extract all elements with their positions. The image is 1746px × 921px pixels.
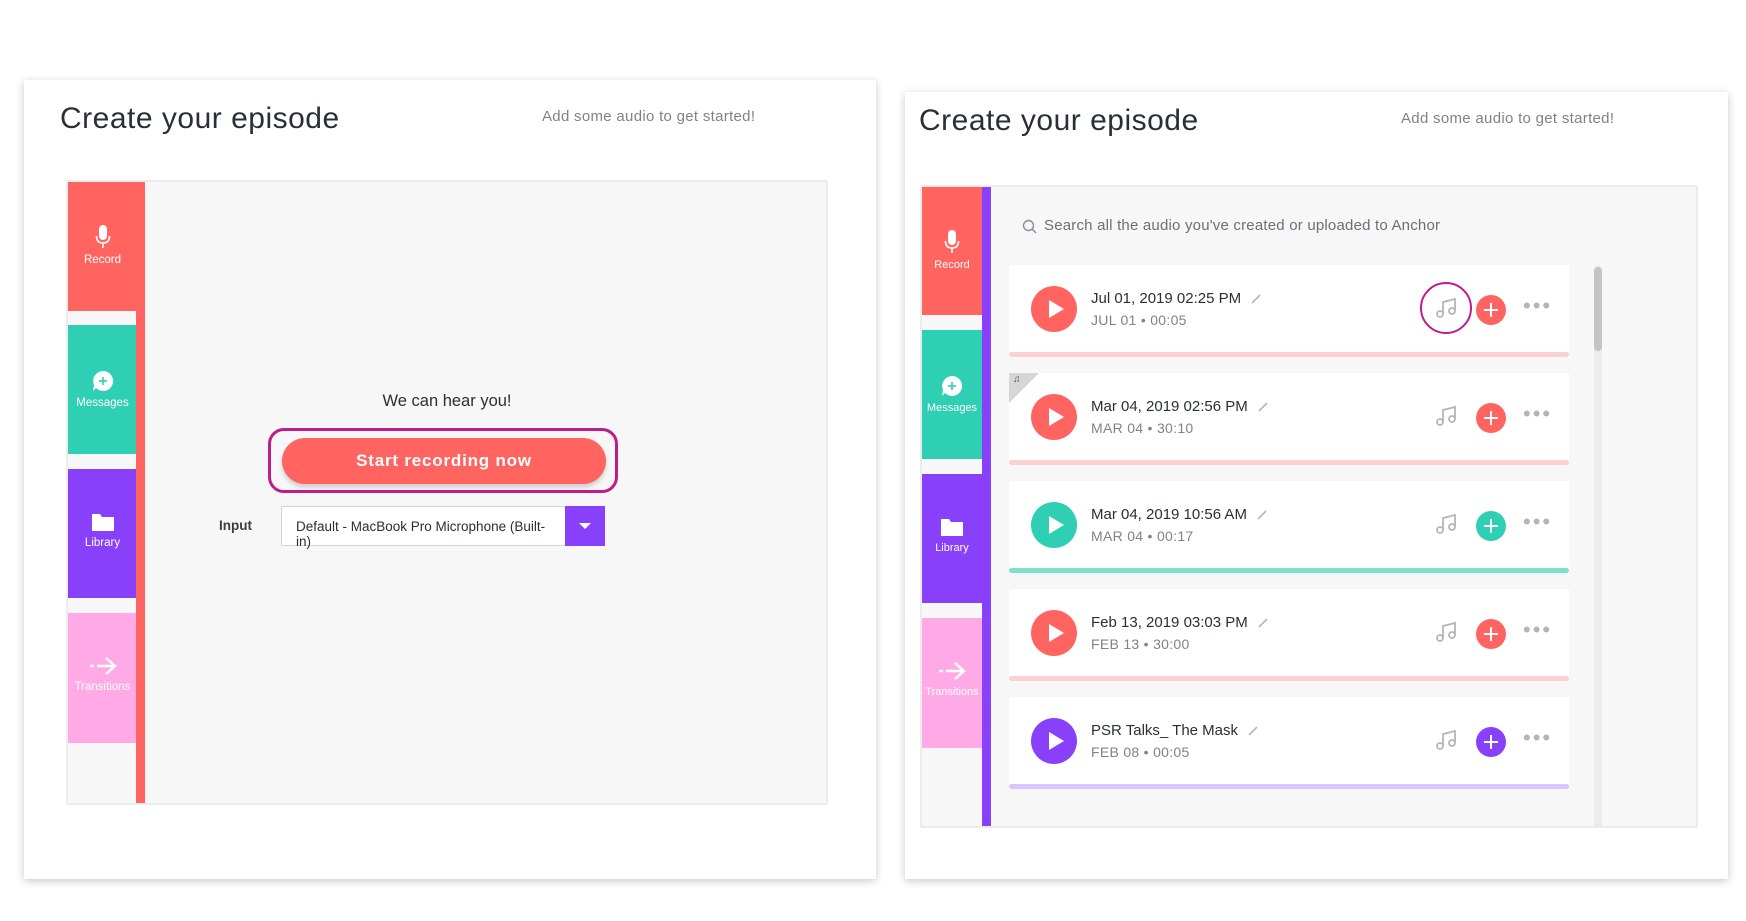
music-note-icon[interactable]	[1434, 621, 1458, 643]
audio-title: Mar 04, 2019 10:56 AM	[1091, 506, 1247, 523]
chat-plus-icon	[942, 375, 963, 396]
play-button[interactable]	[1031, 502, 1077, 548]
pencil-icon[interactable]	[1258, 618, 1268, 628]
arrow-right-icon	[89, 657, 117, 675]
more-options-icon[interactable]: •••	[1523, 727, 1552, 749]
audio-progress-bar	[1009, 352, 1569, 357]
music-note-icon[interactable]	[1434, 729, 1458, 751]
audio-meta: FEB 13 • 30:00	[1091, 636, 1190, 652]
add-to-episode-button[interactable]	[1476, 511, 1506, 541]
page-subtitle: Add some audio to get started!	[1401, 110, 1615, 127]
list-scrollbar[interactable]	[1594, 265, 1602, 826]
tab-label: Record	[934, 259, 970, 271]
audio-meta: JUL 01 • 00:05	[1091, 312, 1187, 328]
tab-record[interactable]: Record	[68, 182, 137, 311]
audio-progress-bar	[1009, 676, 1569, 681]
audio-title: PSR Talks_ The Mask	[1091, 722, 1239, 739]
audio-library-list: Jul 01, 2019 02:25 PM JUL 01 • 00:05 •••…	[1009, 265, 1571, 826]
folder-icon	[941, 519, 963, 536]
audio-meta: MAR 04 • 00:17	[1091, 528, 1194, 544]
active-tab-stripe	[982, 187, 991, 826]
active-tab-stripe	[136, 182, 145, 803]
input-device-value: Default - MacBook Pro Microphone (Built-…	[296, 519, 546, 549]
audio-progress-bar	[1009, 784, 1569, 789]
audio-meta: FEB 08 • 00:05	[1091, 744, 1190, 760]
chevron-down-icon	[579, 523, 591, 529]
tab-label: Record	[83, 254, 122, 266]
pencil-icon[interactable]	[1251, 294, 1261, 304]
list-item[interactable]: Jul 01, 2019 02:25 PM JUL 01 • 00:05 •••	[1009, 265, 1569, 357]
music-note-icon[interactable]	[1434, 297, 1458, 319]
tab-messages[interactable]: Messages	[68, 325, 137, 454]
page-title: Create your episode	[60, 102, 340, 135]
list-item[interactable]: Feb 13, 2019 03:03 PM FEB 13 • 30:00 •••	[1009, 589, 1569, 681]
add-to-episode-button[interactable]	[1476, 295, 1506, 325]
tab-library[interactable]: Library	[68, 469, 137, 598]
music-note-icon[interactable]	[1434, 513, 1458, 535]
tab-record[interactable]: Record	[922, 187, 982, 315]
audio-meta: MAR 04 • 30:10	[1091, 420, 1194, 436]
music-note-icon: ♫	[1013, 374, 1021, 385]
input-label: Input	[219, 518, 252, 533]
play-button[interactable]	[1031, 610, 1077, 656]
list-item[interactable]: Mar 04, 2019 10:56 AM MAR 04 • 00:17 •••	[1009, 481, 1569, 573]
search-icon	[1022, 219, 1037, 234]
episode-workspace: Record Messages Library Transitions	[920, 185, 1698, 828]
add-to-episode-button[interactable]	[1476, 403, 1506, 433]
play-button[interactable]	[1031, 286, 1077, 332]
chat-plus-icon	[92, 370, 113, 391]
add-to-episode-button[interactable]	[1476, 727, 1506, 757]
page-subtitle: Add some audio to get started!	[542, 108, 756, 125]
audio-title: Mar 04, 2019 02:56 PM	[1091, 398, 1248, 415]
tab-library[interactable]: Library	[922, 474, 982, 603]
audio-title: Feb 13, 2019 03:03 PM	[1091, 614, 1248, 631]
arrow-right-icon	[939, 662, 966, 680]
pencil-icon[interactable]	[1248, 726, 1258, 736]
audio-progress-bar	[1009, 568, 1569, 573]
add-to-episode-button[interactable]	[1476, 619, 1506, 649]
audio-progress-bar	[1009, 460, 1569, 465]
tab-label: Library	[84, 537, 121, 549]
pencil-icon[interactable]	[1258, 402, 1268, 412]
list-item[interactable]: PSR Talks_ The Mask FEB 08 • 00:05 •••	[1009, 697, 1569, 789]
pencil-icon[interactable]	[1257, 510, 1267, 520]
tab-label: Transitions	[925, 686, 979, 698]
input-dropdown-button[interactable]	[565, 506, 605, 546]
input-device-select[interactable]: Default - MacBook Pro Microphone (Built-…	[281, 506, 565, 549]
microphone-icon	[95, 225, 110, 248]
tab-transitions[interactable]: Transitions	[922, 618, 982, 748]
tab-label: Messages	[926, 402, 978, 414]
play-button[interactable]	[1031, 394, 1077, 440]
folder-icon	[91, 514, 114, 531]
tab-transitions[interactable]: Transitions	[68, 613, 137, 743]
create-episode-card-record: Create your episode Add some audio to ge…	[24, 80, 876, 879]
music-note-icon[interactable]	[1434, 405, 1458, 427]
tab-label: Library	[935, 542, 969, 554]
play-button[interactable]	[1031, 718, 1077, 764]
start-recording-button[interactable]: Start recording now	[282, 438, 606, 484]
episode-workspace: Record Messages Library Transitions	[66, 180, 828, 805]
tab-messages[interactable]: Messages	[922, 330, 982, 459]
audio-title: Jul 01, 2019 02:25 PM	[1091, 290, 1242, 307]
scrollbar-thumb[interactable]	[1594, 267, 1602, 351]
search-placeholder: Search all the audio you've created or u…	[1044, 217, 1441, 234]
page-title: Create your episode	[919, 104, 1199, 137]
more-options-icon[interactable]: •••	[1523, 295, 1552, 317]
mic-status-text: We can hear you!	[382, 392, 512, 410]
list-item[interactable]: ♫ Mar 04, 2019 02:56 PM MAR 04 • 30:10 •…	[1009, 373, 1569, 465]
more-options-icon[interactable]: •••	[1523, 619, 1552, 641]
more-options-icon[interactable]: •••	[1523, 403, 1552, 425]
more-options-icon[interactable]: •••	[1523, 511, 1552, 533]
tab-label: Transitions	[74, 681, 131, 693]
create-episode-card-library: Create your episode Add some audio to ge…	[905, 92, 1728, 879]
microphone-icon	[944, 230, 960, 253]
